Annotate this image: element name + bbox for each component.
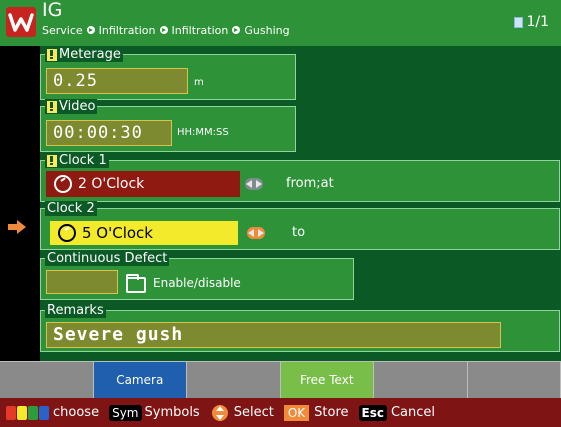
meterage-group: Meterage 0.25 m (40, 47, 296, 100)
remarks-group: Remarks Severe gush (40, 303, 560, 352)
up-down-arrows-icon (211, 404, 228, 421)
clock1-value: 2 O'Clock (78, 176, 145, 192)
softkey-bar: Camera Free Text (0, 361, 561, 398)
continuous-defect-group: Continuous Defect Enable/disable (40, 251, 354, 300)
esc-key: Esc (358, 404, 387, 421)
continuous-defect-field[interactable] (46, 270, 118, 294)
meterage-unit: m (194, 77, 204, 88)
clock1-field[interactable]: 2 O'Clock (46, 171, 240, 197)
clock2-label: Clock 2 (45, 201, 97, 216)
color-keys-icon (6, 405, 49, 420)
chevron-right-icon (159, 26, 168, 34)
continuous-defect-label: Continuous Defect (45, 251, 170, 266)
clock2-association: to (292, 225, 306, 240)
document-icon (514, 16, 524, 28)
clock-icon (58, 224, 76, 242)
form-panel: Meterage 0.25 m Video 00:00:30 HH:MM:SS … (40, 46, 561, 361)
chevron-right-icon (86, 26, 95, 34)
open-folder-icon[interactable] (126, 274, 146, 293)
clock2-group: Clock 2 5 O'Clock to (40, 201, 560, 250)
clock-icon (54, 175, 72, 193)
video-label: Video (45, 99, 98, 114)
enable-disable-label: Enable/disable (153, 276, 241, 290)
store-hint: Store (314, 405, 349, 420)
meterage-field[interactable]: 0.25 (46, 68, 188, 94)
arrow-right-icon (8, 220, 28, 234)
breadcrumb-item: Gushing (244, 24, 290, 37)
page-indicator: 1/1 (514, 14, 549, 30)
page-count: 1/1 (526, 14, 549, 30)
softkey-5[interactable] (374, 361, 468, 398)
clock1-association: from;at (286, 176, 334, 191)
footer-help-bar: choose Sym Symbols Select OK Store Esc C… (0, 398, 561, 427)
clock2-label-text: Clock 2 (47, 201, 95, 216)
video-label-text: Video (59, 99, 96, 114)
ok-key: OK (283, 404, 310, 421)
clock1-group: Clock 1 2 O'Clock from;at (40, 153, 560, 202)
meterage-label: Meterage (45, 47, 123, 62)
exclamation-flag-icon (47, 154, 57, 167)
video-time-unit: HH:MM:SS (177, 127, 229, 138)
remarks-label-text: Remarks (47, 303, 104, 318)
cancel-hint: Cancel (390, 405, 436, 420)
breadcrumb-item: Infiltration (98, 24, 156, 37)
w-logo-icon (6, 7, 36, 37)
exclamation-flag-icon (47, 100, 57, 113)
continuous-defect-label-text: Continuous Defect (47, 251, 168, 266)
symbols-hint: Symbols (144, 405, 200, 420)
clock1-label: Clock 1 (45, 153, 109, 168)
breadcrumb-item: Service (42, 24, 83, 37)
meterage-label-text: Meterage (59, 47, 121, 62)
softkey-1[interactable] (0, 361, 94, 398)
select-hint: Select (233, 405, 274, 420)
video-time-field[interactable]: 00:00:30 (46, 120, 172, 146)
softkey-6[interactable] (467, 361, 561, 398)
header-bar: IG Service Infiltration Infiltration Gushin… (0, 0, 561, 46)
clock2-field[interactable]: 5 O'Clock (50, 221, 238, 245)
softkey-free-text[interactable]: Free Text (280, 361, 374, 398)
clock1-label-text: Clock 1 (59, 153, 107, 168)
clock2-value: 5 O'Clock (82, 224, 153, 242)
video-group: Video 00:00:30 HH:MM:SS (40, 99, 296, 152)
choose-hint: choose (53, 405, 100, 420)
remarks-field[interactable]: Severe gush (46, 322, 501, 348)
exclamation-flag-icon (47, 48, 57, 61)
app-title: IG (42, 0, 63, 21)
left-right-arrows-icon[interactable] (247, 227, 265, 239)
left-right-arrows-icon[interactable] (245, 178, 263, 190)
chevron-right-icon (232, 26, 241, 34)
breadcrumb-item: Infiltration (171, 24, 229, 37)
softkey-3[interactable] (187, 361, 281, 398)
remarks-label: Remarks (45, 303, 106, 318)
breadcrumb: Service Infiltration Infiltration Gushing (42, 23, 290, 39)
sym-key: Sym (109, 404, 142, 421)
softkey-camera[interactable]: Camera (93, 361, 187, 398)
